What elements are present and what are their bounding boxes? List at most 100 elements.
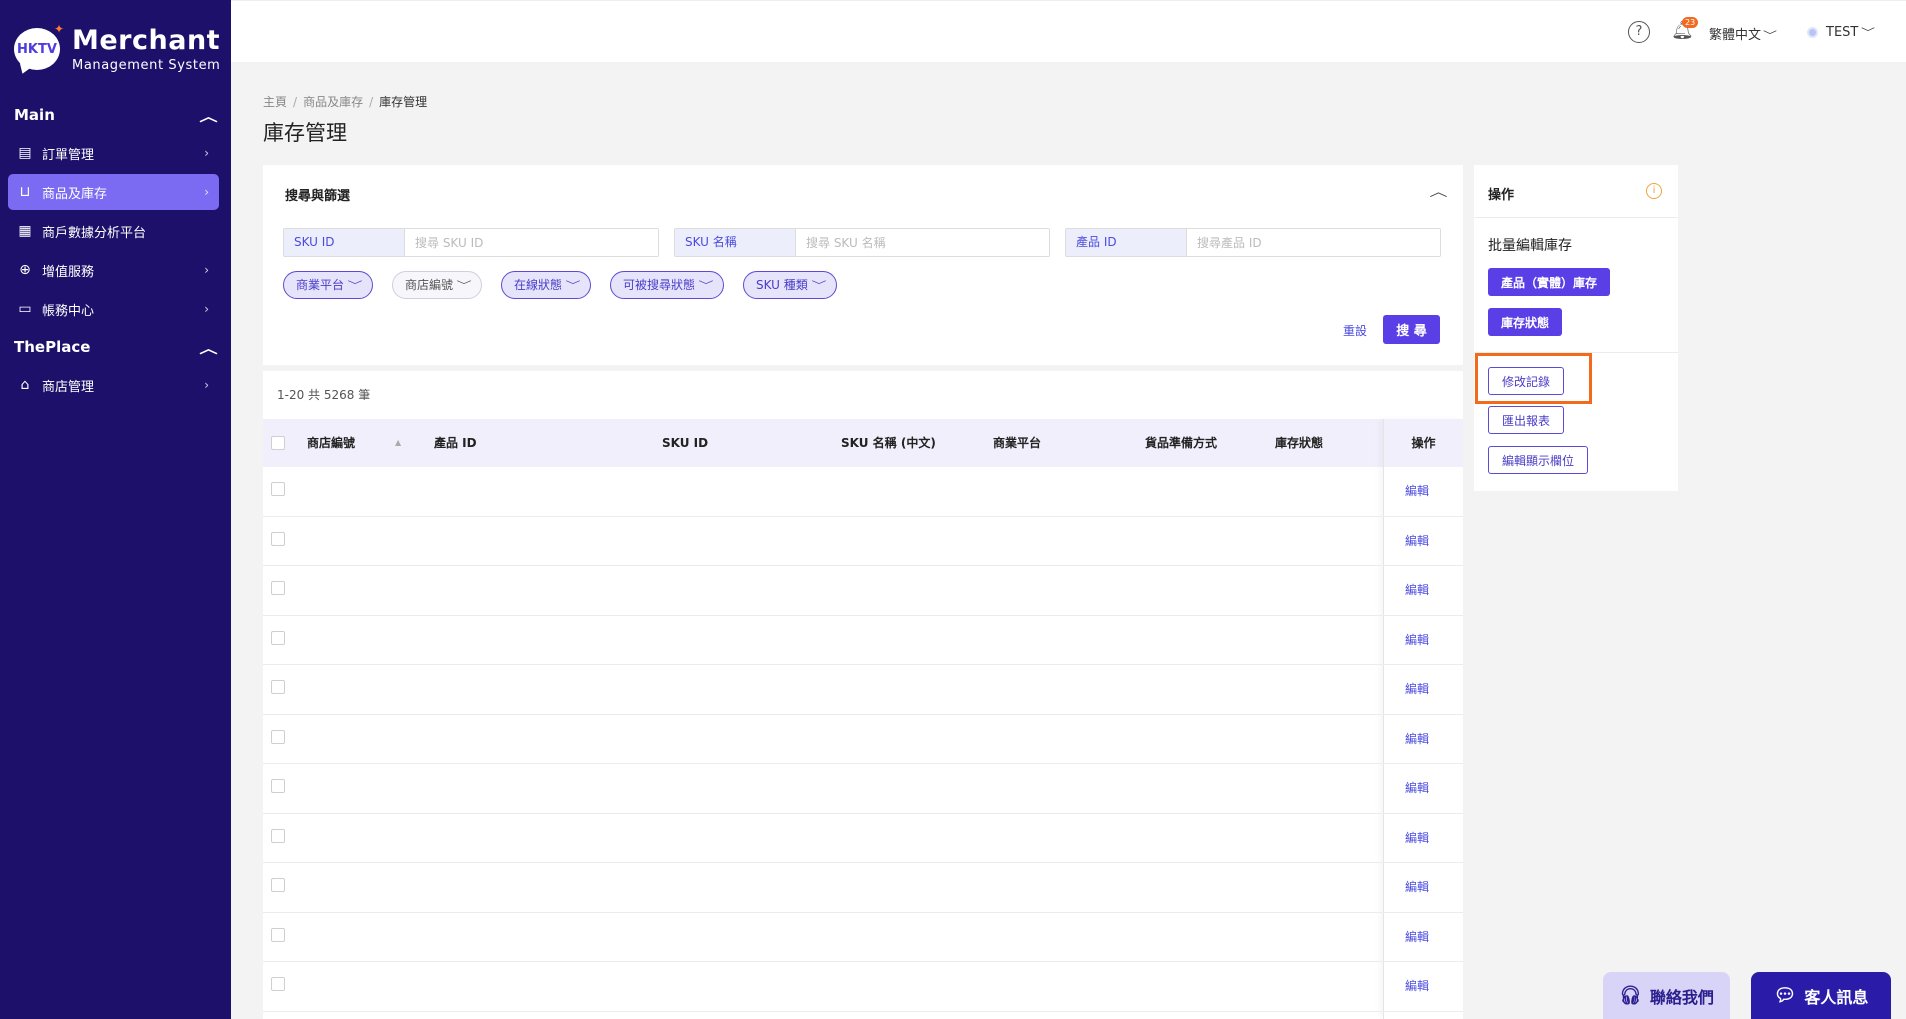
col-operation: 操作	[1384, 419, 1463, 467]
edit-link[interactable]: 編輯	[1405, 581, 1429, 598]
product-id-input[interactable]	[1187, 229, 1440, 256]
export-report-button[interactable]: 匯出報表	[1488, 406, 1565, 434]
table-header: 商店編號 ▲ 產品 ID SKU ID SKU 名稱 (中文) 商業平台 貨品準…	[263, 419, 1463, 467]
col-sku-name[interactable]: SKU 名稱 (中文)	[841, 419, 936, 467]
edit-link[interactable]: 編輯	[1405, 730, 1429, 747]
product-stock-button[interactable]: 產品（實體）庫存	[1488, 268, 1611, 296]
col-sku-id[interactable]: SKU ID	[662, 419, 708, 467]
row-checkbox[interactable]	[271, 630, 285, 645]
breadcrumb-current: 庫存管理	[379, 95, 428, 109]
page-title: 庫存管理	[263, 121, 347, 145]
row-checkbox[interactable]	[271, 581, 285, 595]
sidebar-section-theplace[interactable]: ThePlace ︿	[0, 330, 231, 364]
sku-name-field: SKU 名稱	[674, 228, 1050, 257]
edit-link[interactable]: 編輯	[1405, 631, 1429, 648]
chevron-down-icon: ﹀	[347, 281, 363, 292]
row-checkbox[interactable]	[271, 680, 285, 694]
edit-link[interactable]: 編輯	[1405, 482, 1429, 499]
row-checkbox[interactable]	[271, 927, 285, 942]
order-icon: ▤	[18, 145, 32, 161]
sort-icon[interactable]: ▲	[395, 419, 401, 467]
chevron-down-icon: ﹀	[1763, 31, 1778, 42]
grid-icon: ▦	[18, 223, 32, 239]
edit-link[interactable]: 編輯	[1405, 779, 1429, 796]
chevron-right-icon: ›	[204, 146, 209, 160]
col-prep-method[interactable]: 貨品準備方式	[1145, 419, 1217, 467]
hktv-logo: HKTV ✦	[14, 22, 64, 70]
select-all-checkbox[interactable]	[271, 436, 285, 450]
edit-link[interactable]: 編輯	[1405, 532, 1429, 549]
sidebar-item-value-added[interactable]: ⊕ 增值服務 ›	[8, 252, 219, 288]
contact-us-button[interactable]: 🎧︎ 聯絡我們	[1603, 972, 1730, 1019]
filter-card: 搜尋與篩選 ︿ SKU ID SKU 名稱 產品 ID 商業平台﹀ 商店編號﹀ …	[263, 165, 1463, 365]
chevron-up-icon: ︿	[199, 109, 218, 125]
product-id-field: 產品 ID	[1065, 228, 1441, 257]
row-checkbox[interactable]	[271, 531, 285, 546]
sidebar-item-billing[interactable]: ▭ 帳務中心 ›	[8, 291, 219, 327]
chevron-down-icon: ﹀	[811, 281, 827, 292]
search-button[interactable]: 搜 尋	[1383, 315, 1440, 344]
result-count: 1-20 共 5268 筆	[277, 388, 371, 402]
breadcrumb-parent[interactable]: 商品及庫存	[303, 95, 363, 109]
chevron-up-icon: ︿	[199, 341, 218, 357]
plus-circle-icon: ⊕	[19, 262, 31, 278]
row-checkbox[interactable]	[271, 729, 285, 744]
headset-icon: 🎧︎	[1619, 985, 1642, 1006]
sidebar-item-analytics[interactable]: ▦ 商戶數據分析平台	[8, 213, 219, 249]
chevron-right-icon: ›	[204, 185, 209, 199]
customer-message-button[interactable]: 💬︎ 客人訊息	[1751, 972, 1891, 1019]
chevron-down-icon: ﹀	[565, 281, 581, 292]
user-avatar[interactable]	[1807, 27, 1818, 38]
sidebar-item-products-inventory[interactable]: ⊔ 商品及庫存 ›	[8, 174, 219, 210]
card-icon: ▭	[18, 301, 32, 317]
row-checkbox[interactable]	[271, 482, 285, 496]
operations-card: 操作 i 批量編輯庫存 產品（實體）庫存 庫存狀態 修改記錄 匯出報表 編輯顯示…	[1474, 165, 1678, 491]
breadcrumb-home[interactable]: 主頁	[263, 95, 287, 109]
chevron-down-icon: ﹀	[698, 281, 714, 292]
chevron-up-icon[interactable]: ︿	[1429, 181, 1447, 200]
sku-name-input[interactable]	[796, 229, 1049, 256]
table-card: 1-20 共 5268 筆 商店編號 ▲ 產品 ID SKU ID SKU 名稱…	[263, 371, 1463, 1019]
brand-title: Merchant	[72, 24, 221, 56]
sku-id-field: SKU ID	[283, 228, 659, 257]
edit-link[interactable]: 編輯	[1405, 829, 1429, 846]
edit-link[interactable]: 編輯	[1405, 878, 1429, 895]
help-icon[interactable]: ?	[1628, 21, 1650, 43]
row-checkbox[interactable]	[271, 878, 285, 892]
edit-link[interactable]: 編輯	[1405, 680, 1429, 697]
edit-link[interactable]: 編輯	[1405, 977, 1429, 994]
col-product-id[interactable]: 產品 ID	[434, 419, 477, 467]
row-checkbox[interactable]	[271, 779, 285, 793]
filter-searchable-status[interactable]: 可被搜尋狀態 ﹀	[610, 271, 725, 299]
spark-icon: ✦	[53, 22, 64, 36]
brand[interactable]: HKTV ✦ Merchant Management System	[0, 0, 231, 98]
sidebar-section-main[interactable]: Main ︿	[0, 98, 231, 132]
edit-columns-button[interactable]: 編輯顯示欄位	[1488, 446, 1589, 474]
edit-link[interactable]: 編輯	[1405, 928, 1429, 945]
row-checkbox[interactable]	[271, 828, 285, 843]
reset-link[interactable]: 重設	[1343, 322, 1367, 339]
chevron-right-icon: ›	[204, 302, 209, 316]
language-select[interactable]: 繁體中文 ﹀	[1709, 24, 1778, 43]
chat-icon: 💬︎	[1773, 985, 1797, 1006]
col-stock-status[interactable]: 庫存狀態	[1275, 419, 1323, 467]
row-checkbox[interactable]	[271, 977, 285, 991]
filter-platform[interactable]: 商業平台 ﹀	[283, 271, 374, 299]
stock-status-button[interactable]: 庫存狀態	[1488, 308, 1563, 336]
user-menu[interactable]: TEST ﹀	[1826, 24, 1875, 40]
filter-title: 搜尋與篩選	[285, 189, 351, 204]
filter-sku-type[interactable]: SKU 種類 ﹀	[743, 271, 837, 299]
filter-online-status[interactable]: 在線狀態 ﹀	[501, 271, 592, 299]
sku-id-input[interactable]	[405, 229, 658, 256]
sidebar-item-orders[interactable]: ▤ 訂單管理 ›	[8, 135, 219, 171]
col-store-code[interactable]: 商店編號	[307, 419, 355, 467]
filter-store-code[interactable]: 商店編號 ﹀	[392, 271, 483, 299]
operations-title: 操作	[1488, 188, 1515, 203]
sidebar-item-store-management[interactable]: ⌂ 商店管理 ›	[8, 367, 219, 403]
col-platform[interactable]: 商業平台	[993, 419, 1041, 467]
store-icon: ⌂	[20, 377, 30, 393]
bag-icon: ⊔	[19, 184, 31, 200]
sidebar: HKTV ✦ Merchant Management System Main ︿ …	[0, 0, 231, 1019]
chevron-down-icon: ﹀	[1860, 28, 1875, 39]
info-icon[interactable]: i	[1646, 183, 1662, 199]
